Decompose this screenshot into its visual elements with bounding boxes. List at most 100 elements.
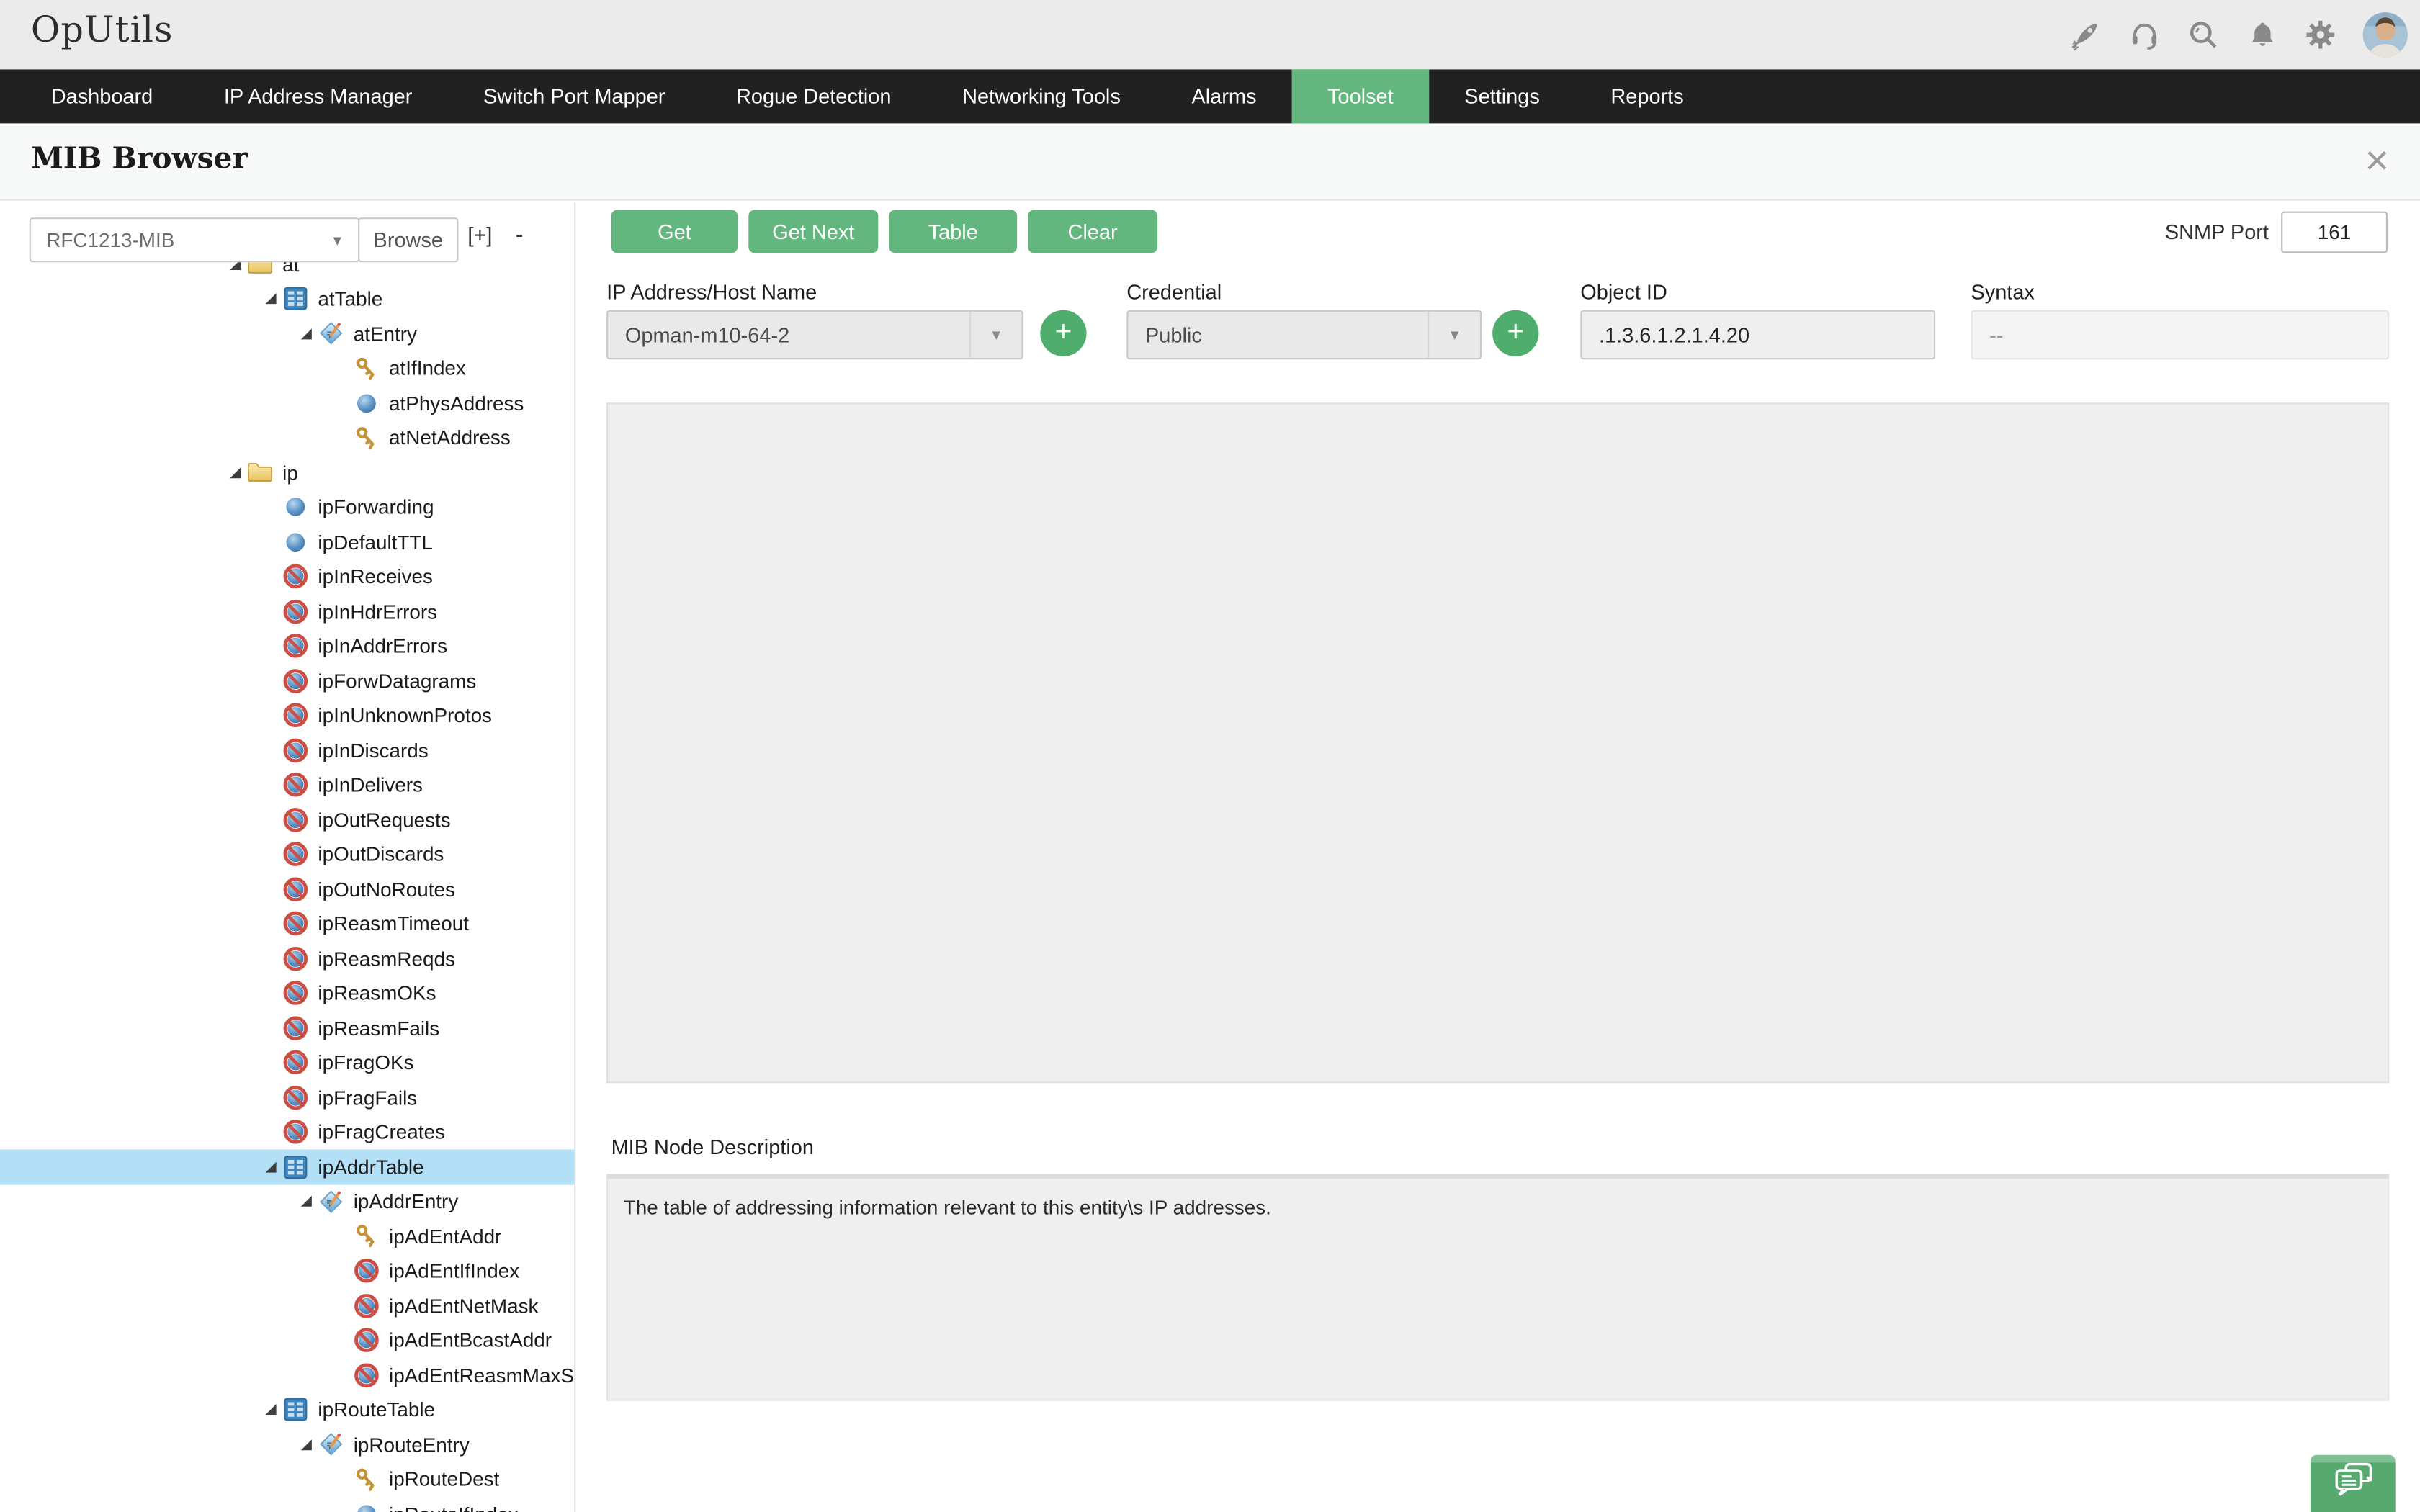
tree-node-ipInHdrErrors[interactable]: ipInHdrErrors: [0, 594, 575, 629]
key-icon: [354, 1223, 380, 1249]
chat-button[interactable]: [2311, 1455, 2396, 1512]
tree-node-ipInAddrErrors[interactable]: ipInAddrErrors: [0, 629, 575, 663]
tree-node-ip[interactable]: ip: [0, 455, 575, 490]
readonly-icon: [282, 703, 308, 729]
tree-node-ipInUnknownProtos[interactable]: ipInUnknownProtos: [0, 698, 575, 733]
tree-node-label: ipAddrTable: [318, 1155, 424, 1178]
search-icon[interactable]: [2187, 19, 2219, 51]
tree-node-ipFragCreates[interactable]: ipFragCreates: [0, 1115, 575, 1149]
readonly-icon: [282, 911, 308, 937]
tab-networking-tools[interactable]: Networking Tools: [927, 69, 1156, 123]
page-title: MIB Browser: [31, 142, 248, 176]
expand-arrow-icon[interactable]: [258, 1405, 282, 1416]
get-next-button[interactable]: Get Next: [748, 210, 878, 253]
expand-arrow-icon[interactable]: [293, 328, 318, 339]
tree-node-atIfIndex[interactable]: atIfIndex: [0, 351, 575, 385]
bell-icon[interactable]: [2246, 19, 2278, 51]
tree-node-ipAddrEntry[interactable]: ipAddrEntry: [0, 1184, 575, 1219]
add-device-button[interactable]: +: [1040, 310, 1086, 356]
tree-node-ipForwarding[interactable]: ipForwarding: [0, 490, 575, 524]
tree-node-ipReasmTimeout[interactable]: ipReasmTimeout: [0, 906, 575, 941]
tree-node-ipRouteTable[interactable]: ipRouteTable: [0, 1392, 575, 1427]
tree-node-ipRouteIfIndex[interactable]: ipRouteIfIndex: [0, 1497, 575, 1512]
add-credential-button[interactable]: +: [1492, 310, 1538, 356]
tree-node-ipReasmOKs[interactable]: ipReasmOKs: [0, 976, 575, 1010]
object-id-label: Object ID: [1580, 281, 1667, 304]
action-buttons: Get Get Next Table Clear: [611, 210, 1158, 253]
tree-node-label: ipFragFails: [318, 1086, 417, 1109]
scalar-icon: [354, 390, 380, 416]
tree-node-label: ipRouteIfIndex: [389, 1503, 519, 1512]
expand-arrow-icon[interactable]: [258, 1161, 282, 1172]
tree-node-label: ipRouteDest: [389, 1467, 499, 1490]
tree-node-ipAdEntBcastAddr[interactable]: ipAdEntBcastAddr: [0, 1323, 575, 1358]
tree-node-ipOutDiscards[interactable]: ipOutDiscards: [0, 837, 575, 872]
tab-switch-port-mapper[interactable]: Switch Port Mapper: [448, 69, 701, 123]
tree-node-atNetAddress[interactable]: atNetAddress: [0, 420, 575, 455]
mib-module-select[interactable]: RFC1213-MIB ▼: [30, 217, 360, 262]
readonly-icon: [282, 806, 308, 832]
tab-alarms[interactable]: Alarms: [1156, 69, 1292, 123]
tree-node-label: ipAdEntNetMask: [389, 1294, 538, 1317]
tree-node-atPhysAddress[interactable]: atPhysAddress: [0, 386, 575, 420]
tree-node-ipInDiscards[interactable]: ipInDiscards: [0, 733, 575, 768]
gear-icon[interactable]: [2304, 19, 2336, 51]
readonly-icon: [282, 876, 308, 902]
tree-node-ipAdEntNetMask[interactable]: ipAdEntNetMask: [0, 1288, 575, 1323]
tree-node-ipAddrTable[interactable]: ipAddrTable: [0, 1149, 575, 1184]
ip-address-select[interactable]: Opman-m10-64-2 ▼: [606, 310, 1023, 360]
tree-node-ipRouteEntry[interactable]: ipRouteEntry: [0, 1427, 575, 1462]
expand-arrow-icon[interactable]: [293, 1196, 318, 1207]
tab-reports[interactable]: Reports: [1575, 69, 1719, 123]
tree-node-atTable[interactable]: atTable: [0, 282, 575, 316]
tree-node-label: ipForwDatagrams: [318, 669, 476, 692]
headset-icon[interactable]: [2128, 19, 2161, 51]
clear-button[interactable]: Clear: [1028, 210, 1157, 253]
expand-arrow-icon[interactable]: [223, 467, 247, 478]
snmp-port-input[interactable]: [2281, 212, 2388, 253]
close-icon[interactable]: ×: [2365, 132, 2389, 188]
readonly-icon: [354, 1258, 380, 1284]
key-icon: [354, 355, 380, 381]
tree-node-ipInDelivers[interactable]: ipInDelivers: [0, 768, 575, 802]
tree-node-ipReasmReqds[interactable]: ipReasmReqds: [0, 941, 575, 976]
snmp-port-label: SNMP Port: [2165, 220, 2269, 243]
expand-arrow-icon[interactable]: [258, 294, 282, 305]
mib-browser-content: Get Get Next Table Clear SNMP Port IP Ad…: [577, 202, 2420, 1512]
tree-node-ipOutNoRoutes[interactable]: ipOutNoRoutes: [0, 872, 575, 906]
readonly-icon: [282, 667, 308, 693]
tab-dashboard[interactable]: Dashboard: [15, 69, 188, 123]
tab-settings[interactable]: Settings: [1429, 69, 1575, 123]
table-button[interactable]: Table: [889, 210, 1017, 253]
tree-node-ipFragOKs[interactable]: ipFragOKs: [0, 1045, 575, 1080]
expand-arrow-icon[interactable]: [223, 262, 247, 269]
credential-select[interactable]: Public ▼: [1126, 310, 1482, 360]
tab-toolset[interactable]: Toolset: [1292, 69, 1429, 123]
tree-node-ipDefaultTTL[interactable]: ipDefaultTTL: [0, 525, 575, 559]
rocket-icon[interactable]: [2070, 19, 2102, 51]
tree-node-ipAdEntIfIndex[interactable]: ipAdEntIfIndex: [0, 1254, 575, 1288]
user-avatar[interactable]: [2363, 12, 2408, 57]
get-button[interactable]: Get: [611, 210, 738, 253]
expand-arrow-icon[interactable]: [293, 1439, 318, 1450]
tab-rogue-detection[interactable]: Rogue Detection: [701, 69, 927, 123]
tree-node-ipRouteDest[interactable]: ipRouteDest: [0, 1462, 575, 1496]
tree-node-ipReasmFails[interactable]: ipReasmFails: [0, 1011, 575, 1045]
tree-node-ipAdEntReasmMaxSize[interactable]: ipAdEntReasmMaxSize: [0, 1358, 575, 1392]
collapse-all-button[interactable]: -: [516, 222, 524, 248]
tree-node-label: ipInDiscards: [318, 739, 428, 762]
tree-node-ipOutRequests[interactable]: ipOutRequests: [0, 802, 575, 837]
tree-node-label: ipAdEntIfIndex: [389, 1259, 519, 1282]
tree-node-ipForwDatagrams[interactable]: ipForwDatagrams: [0, 663, 575, 698]
tree-node-ipInReceives[interactable]: ipInReceives: [0, 559, 575, 594]
snmp-port-group: SNMP Port: [2165, 212, 2388, 253]
tree-node-at[interactable]: at: [0, 262, 575, 282]
mib-node-description-label: MIB Node Description: [611, 1135, 814, 1158]
browse-button[interactable]: Browse: [358, 217, 458, 262]
tab-ip-address-manager[interactable]: IP Address Manager: [189, 69, 448, 123]
tree-node-atEntry[interactable]: atEntry: [0, 316, 575, 351]
tree-node-ipAdEntAddr[interactable]: ipAdEntAddr: [0, 1219, 575, 1254]
object-id-field[interactable]: .1.3.6.1.2.1.4.20: [1580, 310, 1935, 360]
tree-node-ipFragFails[interactable]: ipFragFails: [0, 1080, 575, 1115]
expand-all-button[interactable]: [+]: [467, 222, 492, 247]
